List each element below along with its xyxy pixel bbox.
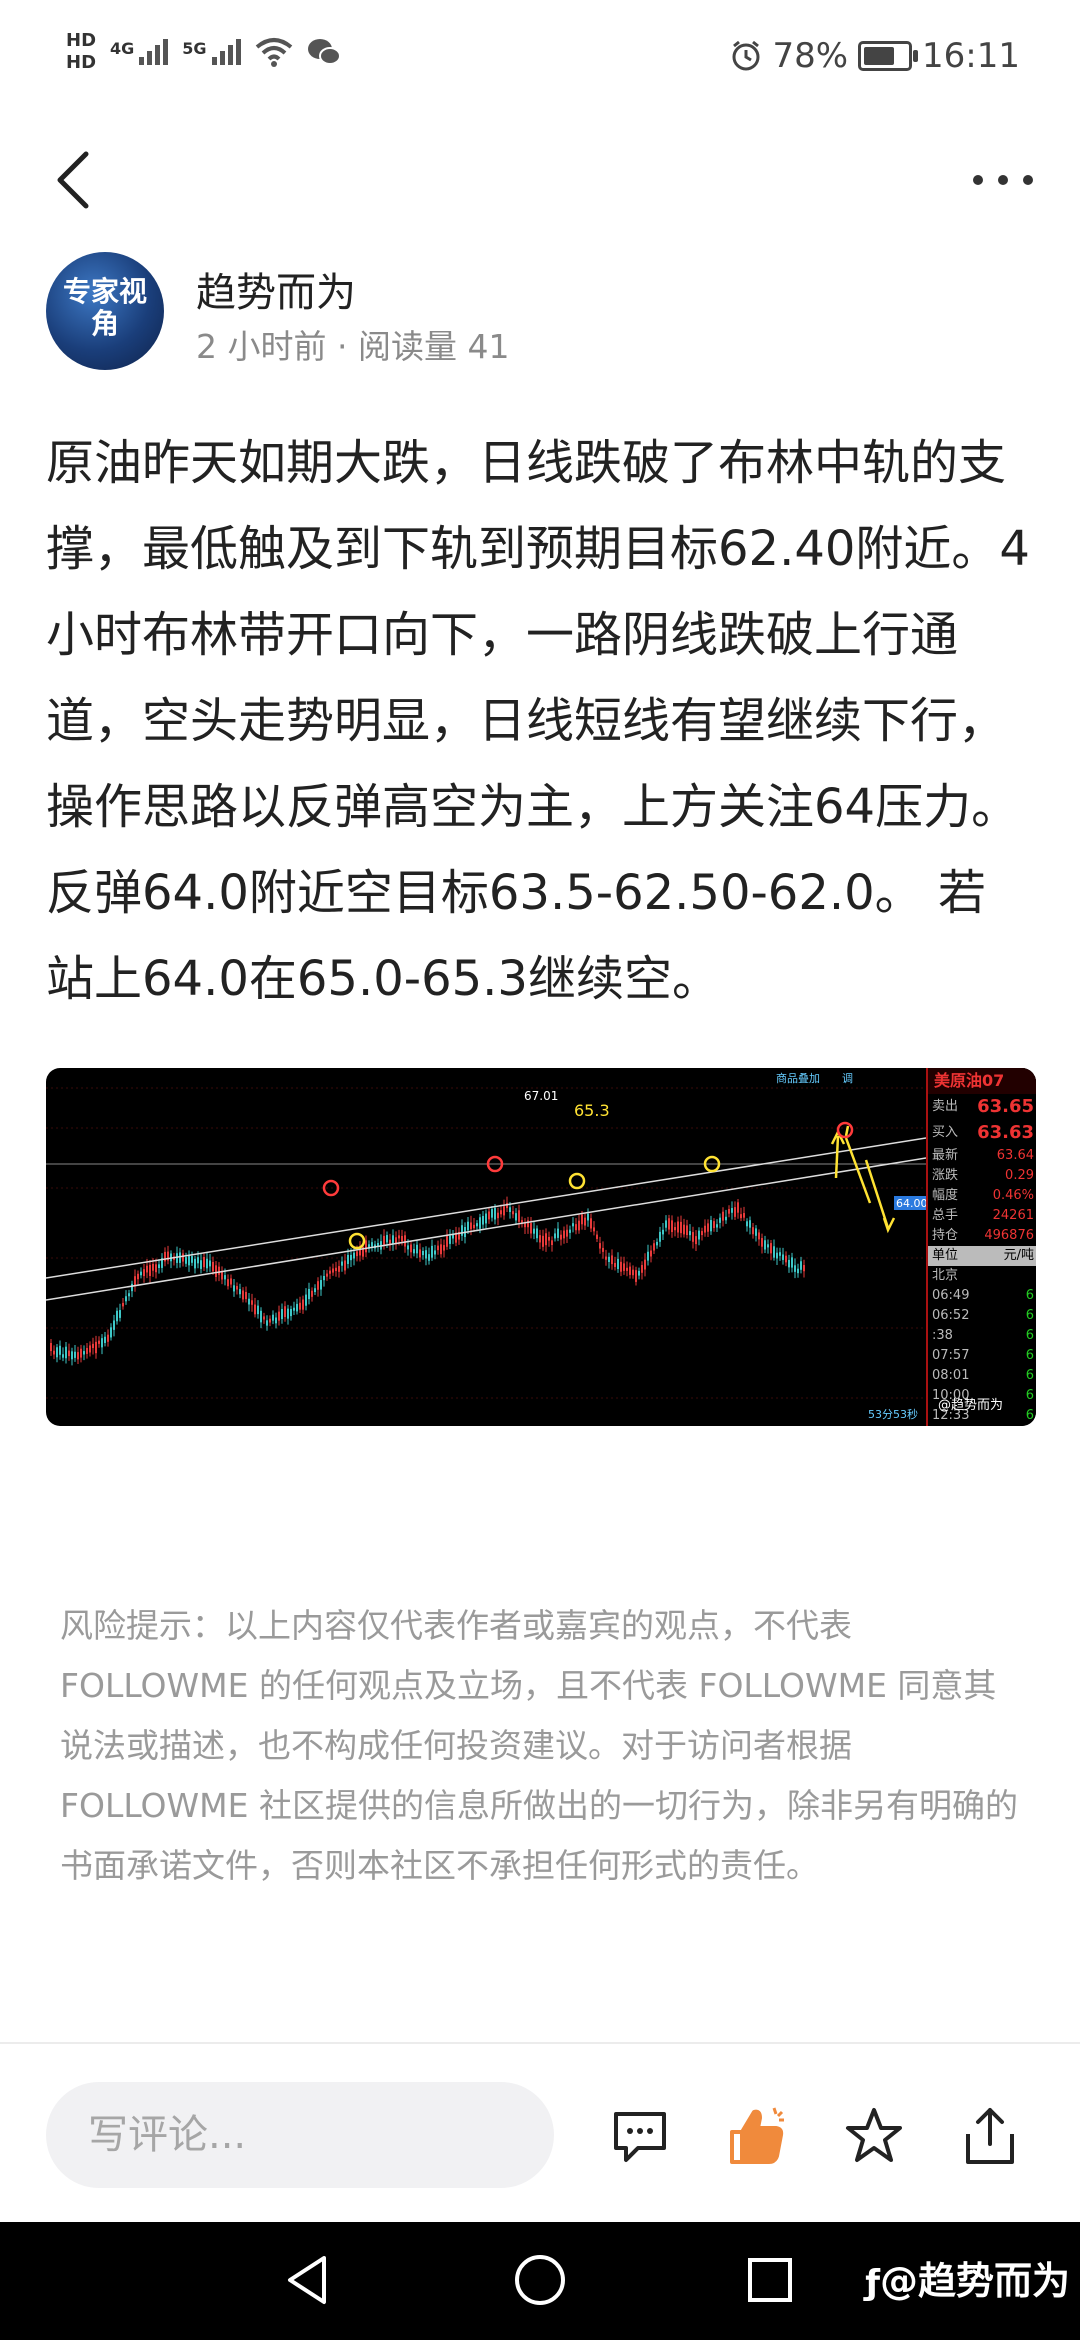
hd-indicator: HD HD xyxy=(66,30,96,74)
comment-input[interactable] xyxy=(46,2082,554,2188)
avatar[interactable]: 专家视角 xyxy=(46,252,164,370)
risk-disclaimer: 风险提示：以上内容仅代表作者或嘉宾的观点，不代表 FOLLOWME 的任何观点及… xyxy=(60,1606,1018,1885)
comment-icon[interactable] xyxy=(608,2104,672,2168)
quote-row: 总手 24261 xyxy=(932,1208,1034,1223)
more-icon[interactable] xyxy=(968,160,1038,200)
quote-panel: 美原油07 卖出 63.65 买入 63.63 最新 63.64 涨跌 0.29 幅度 0… xyxy=(926,1068,1036,1426)
time-row: 07:57 6 xyxy=(932,1348,1034,1363)
chart-image[interactable]: 67.01 65.3 64.00 商品叠加 调 53分53秒 美原油07 卖出 6… xyxy=(46,1068,1036,1426)
battery-icon xyxy=(858,41,919,71)
quote-row: 最新 63.64 xyxy=(932,1148,1034,1163)
clock: 16:11 xyxy=(922,36,1020,76)
status-right: 78% 16:11 xyxy=(730,36,1020,76)
net2-label: 5G xyxy=(182,39,207,58)
divider xyxy=(0,2042,1080,2044)
hd2-label: HD xyxy=(66,52,97,73)
city-row: 北京 xyxy=(932,1268,959,1283)
image-watermark: ƒ@趋势而为 xyxy=(865,2250,1070,2305)
chart-peak-label: 67.01 xyxy=(524,1089,558,1103)
signal-4g-icon: 4G xyxy=(110,39,169,65)
status-left: HD HD 4G 5G xyxy=(66,30,341,74)
article-body: 原油昨天如期大跌，日线跌破了布林中轨的支撑，最低触及到下轨到预期目标62.40附… xyxy=(46,435,1030,1007)
time-row: 06:52 6 xyxy=(932,1308,1034,1323)
quote-row: 幅度 0.46% xyxy=(932,1188,1034,1203)
avatar-text: 专家视角 xyxy=(63,275,148,340)
time-row: 08:01 6 xyxy=(932,1368,1034,1383)
system-back-icon[interactable] xyxy=(282,2252,332,2308)
quote-title: 美原油07 xyxy=(928,1068,1036,1094)
buy-row: 买入 63.63 xyxy=(932,1122,1034,1143)
time-row: 06:49 6 xyxy=(932,1288,1034,1303)
author-name[interactable]: 趋势而为 xyxy=(196,260,356,318)
system-recents-icon[interactable] xyxy=(744,2252,796,2308)
watermark-text: @趋势而为 xyxy=(879,2259,1070,2303)
sell-row: 卖出 63.65 xyxy=(932,1096,1034,1117)
alarm-icon xyxy=(732,40,760,71)
chart-line-label: 64.00 xyxy=(896,1197,926,1210)
signal-5g-icon: 5G xyxy=(182,39,241,65)
quote-row: 涨跌 0.29 xyxy=(932,1168,1034,1183)
chart-countdown: 53分53秒 xyxy=(868,1407,918,1421)
net1-label: 4G xyxy=(110,39,135,58)
chart-top-button: 商品叠加 xyxy=(776,1071,820,1085)
chart-top-button-2: 调 xyxy=(842,1072,853,1085)
candlestick-chart: 67.01 65.3 64.00 商品叠加 调 53分53秒 xyxy=(46,1071,926,1421)
wifi-icon xyxy=(255,38,292,67)
unit-row: 单位 元/吨 xyxy=(928,1246,1036,1266)
share-icon[interactable] xyxy=(958,2104,1022,2168)
like-icon[interactable] xyxy=(726,2104,790,2168)
back-icon[interactable] xyxy=(46,148,106,212)
system-home-icon[interactable] xyxy=(512,2252,568,2308)
author-header: 专家视角 趋势而为 2 小时前 · 阅读量 41 xyxy=(46,252,1036,372)
star-icon[interactable] xyxy=(842,2104,906,2168)
watermark-logo-icon: ƒ xyxy=(865,2263,880,2303)
top-nav-bar xyxy=(0,130,1080,230)
system-nav-bar: ƒ@趋势而为 xyxy=(0,2222,1080,2340)
battery-percent: 78% xyxy=(772,36,849,76)
chart-watermark: @趋势而为 xyxy=(938,1398,1004,1413)
post-meta: 2 小时前 · 阅读量 41 xyxy=(196,327,510,366)
wechat-icon xyxy=(307,39,341,65)
time-row: :38 6 xyxy=(932,1328,1034,1343)
chart-target-label: 65.3 xyxy=(574,1101,610,1120)
status-bar: HD HD 4G 5G 78% 16:11 xyxy=(0,0,1080,120)
quote-row: 持仓 496876 xyxy=(932,1228,1034,1243)
hd1-label: HD xyxy=(66,30,97,51)
